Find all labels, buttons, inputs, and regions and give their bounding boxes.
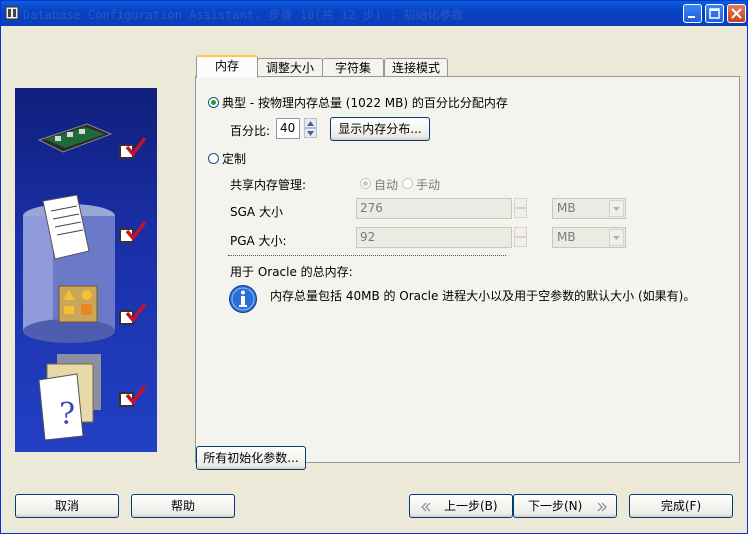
pga-label: PGA 大小:: [230, 234, 287, 248]
spin-down-button[interactable]: [514, 237, 527, 247]
double-chevron-right-icon: [597, 502, 607, 512]
arrow-up-icon: [307, 121, 314, 126]
spin-up-button[interactable]: [514, 227, 527, 237]
help-button[interactable]: 帮助: [131, 494, 235, 518]
typical-radio[interactable]: [208, 97, 219, 108]
manual-label: 手动: [416, 178, 441, 192]
pga-unit-select[interactable]: MB: [552, 227, 626, 248]
tab-charset[interactable]: 字符集: [322, 58, 384, 78]
checkmark-icon: [125, 384, 147, 405]
percent-label: 百分比:: [230, 124, 271, 138]
next-button[interactable]: 下一步(N): [513, 494, 617, 518]
info-icon: [229, 285, 257, 313]
tab-label: 调整大小: [265, 61, 314, 75]
back-label: 上一步(B): [444, 499, 498, 513]
title-bar[interactable]: Database Configuration Assistant, 步骤 10(…: [1, 1, 747, 26]
dialog-content: ? 内存 调整大小 字符集 连接模式 典型 - 按物理内存总量 (1022 MB…: [1, 26, 747, 534]
back-button[interactable]: 上一步(B): [409, 494, 513, 518]
maximize-icon: [709, 8, 720, 19]
minimize-icon: [688, 16, 695, 18]
document-icon: [42, 194, 90, 260]
chevron-down-icon: [613, 207, 620, 211]
dropdown-button[interactable]: [609, 229, 624, 246]
spin-down-button[interactable]: [304, 128, 317, 138]
pga-unit-value: MB: [557, 230, 576, 244]
divider: [228, 255, 506, 256]
window-title: Database Configuration Assistant, 步骤 10(…: [23, 8, 464, 22]
auto-label: 自动: [374, 178, 399, 192]
tab-label: 内存: [214, 59, 239, 73]
close-button[interactable]: [727, 4, 746, 23]
close-icon: [731, 8, 742, 19]
sga-spinner[interactable]: [514, 198, 527, 219]
finish-button[interactable]: 完成(F): [629, 494, 733, 518]
spin-up-button[interactable]: [514, 198, 527, 208]
tab-connection-mode[interactable]: 连接模式: [384, 58, 448, 78]
auto-radio[interactable]: [360, 178, 371, 189]
typical-label: 典型 - 按物理内存总量 (1022 MB) 的百分比分配内存: [222, 96, 508, 110]
wizard-illustration: ?: [15, 88, 157, 452]
double-chevron-left-icon: [421, 502, 431, 512]
percent-spinner[interactable]: [304, 118, 317, 139]
spin-up-button[interactable]: [304, 118, 317, 128]
custom-label: 定制: [222, 152, 247, 166]
memory-chip-icon: [37, 123, 113, 153]
svg-text:?: ?: [59, 397, 75, 432]
app-icon: [5, 6, 19, 20]
maximize-button[interactable]: [705, 4, 724, 23]
minimize-button[interactable]: [683, 4, 702, 23]
checkmark-icon: [125, 136, 147, 157]
folder-question-icon: ?: [38, 354, 101, 441]
memory-panel: 典型 - 按物理内存总量 (1022 MB) 的百分比分配内存 百分比: 40 …: [195, 76, 740, 463]
next-label: 下一步(N): [528, 499, 583, 513]
tab-memory[interactable]: 内存: [196, 55, 258, 78]
dca-window: Database Configuration Assistant, 步骤 10(…: [0, 0, 748, 534]
percent-input[interactable]: 40: [276, 118, 300, 139]
pga-spinner[interactable]: [514, 227, 527, 248]
custom-radio[interactable]: [208, 153, 219, 164]
spin-down-button[interactable]: [514, 208, 527, 218]
info-message: 内存总量包括 40MB 的 Oracle 进程大小以及用于空参数的默认大小 (如…: [270, 289, 696, 303]
shared-memory-label: 共享内存管理:: [230, 178, 307, 192]
sga-unit-value: MB: [557, 201, 576, 215]
total-memory-label: 用于 Oracle 的总内存:: [230, 265, 353, 279]
tab-label: 连接模式: [391, 61, 440, 75]
sga-input[interactable]: 276: [356, 198, 512, 219]
all-init-params-button[interactable]: 所有初始化参数...: [196, 446, 306, 470]
sga-unit-select[interactable]: MB: [552, 198, 626, 219]
dropdown-button[interactable]: [609, 200, 624, 217]
pga-input[interactable]: 92: [356, 227, 512, 248]
cancel-button[interactable]: 取消: [15, 494, 119, 518]
sga-label: SGA 大小: [230, 205, 283, 219]
checkmark-icon: [125, 302, 147, 323]
tab-sizing[interactable]: 调整大小: [257, 58, 323, 78]
chevron-down-icon: [613, 236, 620, 240]
checkmark-icon: [125, 220, 147, 241]
tab-label: 字符集: [334, 61, 371, 75]
show-memory-distribution-button[interactable]: 显示内存分布...: [330, 117, 430, 141]
manual-radio[interactable]: [402, 178, 413, 189]
arrow-down-icon: [307, 131, 314, 136]
